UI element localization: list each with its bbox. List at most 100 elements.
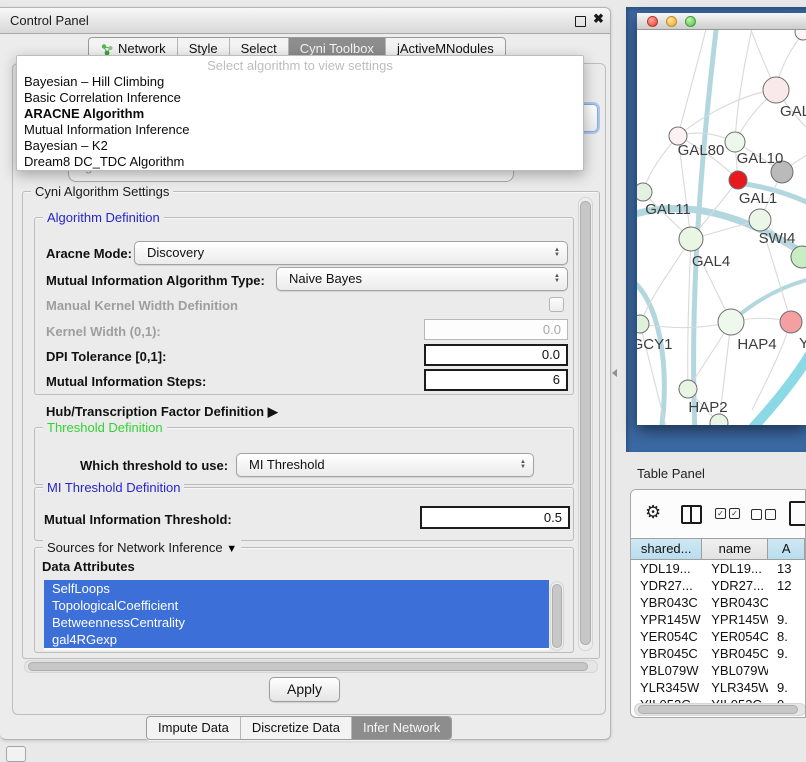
close-traffic-light-icon[interactable] (647, 16, 658, 27)
deselect-all-checkboxes-icon[interactable] (751, 509, 776, 520)
table-horizontal-scrollbar-thumb[interactable] (638, 705, 798, 714)
network-edge[interactable] (643, 136, 678, 192)
algorithm-option-mutual-information-inference[interactable]: Mutual Information Inference (17, 122, 583, 138)
network-node-hap2[interactable] (679, 380, 697, 398)
mi-threshold-field[interactable]: 0.5 (420, 506, 570, 529)
network-edge[interactable] (678, 90, 776, 136)
network-view-window: GALGAL80GAL10GAL1GAL11SWI4GAL4GCY1HAP4YH… (637, 13, 806, 425)
attributes-scrollbar-thumb[interactable] (552, 584, 562, 648)
dpi-tolerance-field[interactable]: 0.0 (424, 344, 568, 366)
tab-discretize-data[interactable]: Discretize Data (241, 717, 352, 739)
network-node-label: GAL4 (692, 253, 730, 270)
tab-label: Infer Network (363, 717, 440, 739)
network-node-gcy1[interactable] (637, 315, 649, 333)
settings-vertical-scrollbar-thumb[interactable] (580, 201, 591, 645)
table-row[interactable]: YDR27...YDR27...12 (631, 577, 805, 594)
network-node-y[interactable] (780, 311, 802, 333)
table-row[interactable]: YLR345WYLR345W9. (631, 679, 805, 696)
table-row[interactable]: YDL19...YDL19...13 (631, 560, 805, 577)
network-node-gal4[interactable] (679, 227, 703, 251)
settings-horizontal-scrollbar[interactable] (24, 660, 598, 673)
network-node-gal[interactable] (763, 77, 789, 103)
zoom-traffic-light-icon[interactable] (685, 16, 696, 27)
network-edge[interactable] (778, 34, 803, 79)
mi-steps-field[interactable]: 6 (424, 369, 568, 391)
apply-button[interactable]: Apply (269, 677, 340, 702)
attributes-scrollbar[interactable] (550, 581, 564, 651)
select-all-checkboxes-icon[interactable]: ✓✓ (715, 508, 740, 519)
network-edge[interactable] (688, 239, 691, 389)
threshold-definition-legend: Threshold Definition (43, 420, 167, 435)
mi-threshold-label: Mutual Information Threshold: (44, 512, 232, 527)
minimize-traffic-light-icon[interactable] (666, 16, 677, 27)
table-cell: 9. (768, 645, 805, 662)
algorithm-option-bayesian-k2[interactable]: Bayesian – K2 (17, 138, 583, 154)
collapse-down-icon: ▼ (226, 543, 237, 555)
algorithm-popup-hint: Select algorithm to view settings (17, 56, 583, 74)
sources-legend[interactable]: Sources for Network Inference ▼ (43, 540, 241, 555)
network-canvas[interactable]: GALGAL80GAL10GAL1GAL11SWI4GAL4GCY1HAP4YH… (637, 30, 806, 425)
hub-definition-label[interactable]: Hub/Transcription Factor Definition ▶ (46, 404, 278, 420)
algorithm-option-aracne-algorithm[interactable]: ARACNE Algorithm (17, 106, 583, 122)
network-node[interactable] (795, 30, 806, 40)
network-node-label: GAL1 (739, 190, 777, 207)
table-cell: YPR145W (702, 611, 768, 628)
attribute-item-topologicalcoefficient[interactable]: TopologicalCoefficient (44, 597, 549, 614)
table-window: ⚙ ✓✓ shared...nameA YDL19...YDL19...13YD… (630, 489, 806, 718)
network-node-gal10[interactable] (725, 132, 745, 152)
table-horizontal-scrollbar[interactable] (634, 703, 806, 716)
network-node-label: GAL11 (645, 201, 691, 218)
minimized-panel-icon[interactable] (6, 746, 26, 762)
settings-vertical-scrollbar[interactable] (578, 197, 593, 651)
attribute-item-selfloops[interactable]: SelfLoops (44, 580, 549, 597)
which-threshold-value: MI Threshold (249, 457, 325, 472)
table-row[interactable]: YBR045CYBR045C9. (631, 645, 805, 662)
network-edge[interactable] (640, 322, 731, 328)
network-edge-thick[interactable] (694, 30, 717, 425)
data-attributes-list[interactable]: SelfLoopsTopologicalCoefficientBetweenne… (44, 580, 549, 650)
aracne-mode-label: Aracne Mode: (46, 246, 132, 261)
network-node-hap4[interactable] (718, 309, 744, 335)
column-header-a[interactable]: A (768, 539, 805, 559)
table-cell: YDR27... (631, 577, 702, 594)
manual-kernel-checkbox[interactable] (549, 297, 564, 312)
mi-steps-label: Mutual Information Steps: (46, 374, 206, 389)
attribute-item-gal4rgexp[interactable]: gal4RGexp (44, 631, 549, 648)
table-cell: 9. (768, 679, 805, 696)
column-header-name[interactable]: name (702, 539, 768, 559)
tab-infer-network[interactable]: Infer Network (352, 717, 451, 739)
close-icon[interactable]: ✖ (593, 11, 604, 27)
table-row[interactable]: YER054CYER054C8. (631, 628, 805, 645)
table-row[interactable]: YPR145WYPR145W9. (631, 611, 805, 628)
network-node-gal1[interactable] (729, 171, 747, 189)
splitter-collapse-icon[interactable] (612, 369, 617, 377)
tab-impute-data[interactable]: Impute Data (147, 717, 241, 739)
algorithm-option-basic-correlation-inference[interactable]: Basic Correlation Inference (17, 90, 583, 106)
stepper-icon: ▲▼ (520, 460, 526, 470)
table-row[interactable]: YBL079WYBL079W (631, 662, 805, 679)
network-edge[interactable] (735, 30, 753, 142)
mi-type-combo[interactable]: Naive Bayes ▲▼ (276, 267, 568, 291)
table-cell (768, 662, 805, 679)
network-edge[interactable] (640, 239, 691, 324)
kernel-width-label: Kernel Width (0,1): (46, 324, 161, 339)
gear-icon[interactable]: ⚙ (645, 502, 661, 523)
new-table-icon[interactable] (789, 501, 806, 526)
network-edge[interactable] (678, 30, 707, 136)
kernel-width-field[interactable]: 0.0 (424, 319, 568, 340)
aracne-mode-combo[interactable]: Discovery ▲▼ (134, 241, 568, 265)
algorithm-option-bayesian-hill-climbing[interactable]: Bayesian – Hill Climbing (17, 74, 583, 90)
settings-horizontal-scrollbar-thumb[interactable] (28, 662, 588, 671)
column-header-shared[interactable]: shared... (631, 539, 702, 559)
network-node-gal11[interactable] (637, 183, 652, 201)
hub-definition-text: Hub/Transcription Factor Definition (46, 404, 264, 419)
table-row[interactable]: YBR043CYBR043C (631, 594, 805, 611)
network-node-swi4[interactable] (749, 209, 771, 231)
which-threshold-combo[interactable]: MI Threshold ▲▼ (236, 453, 534, 477)
float-window-icon[interactable] (575, 16, 586, 27)
sources-legend-text: Sources for Network Inference (47, 540, 223, 555)
algorithm-option-dream8-dc-tdc-algorithm[interactable]: Dream8 DC_TDC Algorithm (17, 154, 583, 170)
split-columns-icon[interactable] (681, 505, 702, 524)
network-node-label: GAL80 (678, 142, 725, 159)
attribute-item-betweennesscentrality[interactable]: BetweennessCentrality (44, 614, 549, 631)
